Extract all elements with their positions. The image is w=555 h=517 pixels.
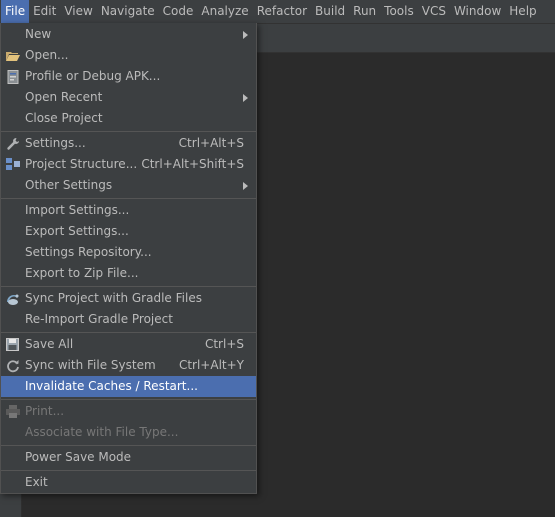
menu-separator [1,198,256,199]
submenu-arrow-icon [243,182,248,190]
menu-item-label: Other Settings [25,178,113,192]
menu-item-label: Settings... [25,136,86,150]
menu-item-power-save-mode[interactable]: Power Save Mode [1,447,256,468]
menu-item-exit[interactable]: Exit [1,472,256,493]
file-menu-dropdown: New Open... Profile or Debug APK... Open… [0,23,257,494]
menu-item-label: Open... [25,48,69,62]
menu-code[interactable]: Code [159,0,198,23]
printer-icon [5,404,20,419]
menu-separator [1,131,256,132]
shortcut-label: Ctrl+Alt+S [178,136,244,150]
menu-separator [1,470,256,471]
menu-item-print[interactable]: Print... [1,401,256,422]
menu-item-label: Import Settings... [25,203,130,217]
menu-navigate[interactable]: Navigate [97,0,159,23]
menu-item-profile-debug-apk[interactable]: Profile or Debug APK... [1,66,256,87]
menu-item-export-zip[interactable]: Export to Zip File... [1,263,256,284]
menu-item-label: Close Project [25,111,103,125]
menu-run[interactable]: Run [349,0,380,23]
menu-item-label: Sync Project with Gradle Files [25,291,202,305]
menu-separator [1,332,256,333]
menu-item-label: Save All [25,337,74,351]
submenu-arrow-icon [243,94,248,102]
menu-separator [1,286,256,287]
menu-item-open-recent[interactable]: Open Recent [1,87,256,108]
menu-item-settings-repository[interactable]: Settings Repository... [1,242,256,263]
floppy-disk-icon [5,337,20,352]
refresh-icon [5,358,20,373]
menu-item-save-all[interactable]: Save All Ctrl+S [1,334,256,355]
gradle-sync-icon [5,291,20,306]
menu-item-label: Invalidate Caches / Restart... [25,379,198,393]
menu-item-project-structure[interactable]: Project Structure... Ctrl+Alt+Shift+S [1,154,256,175]
menu-item-sync-gradle[interactable]: Sync Project with Gradle Files [1,288,256,309]
menu-item-label: Re-Import Gradle Project [25,312,173,326]
menu-analyze[interactable]: Analyze [197,0,252,23]
menu-item-new[interactable]: New [1,24,256,45]
menu-item-label: Project Structure... [25,157,138,171]
menu-edit[interactable]: Edit [29,0,60,23]
menu-item-label: Exit [25,475,48,489]
menu-item-label: Export to Zip File... [25,266,139,280]
menu-item-label: New [25,27,52,41]
menu-item-label: Power Save Mode [25,450,132,464]
menu-window[interactable]: Window [450,0,505,23]
shortcut-label: Ctrl+Alt+Shift+S [141,157,244,171]
menu-item-export-settings[interactable]: Export Settings... [1,221,256,242]
menu-item-import-settings[interactable]: Import Settings... [1,200,256,221]
menu-item-invalidate-caches[interactable]: Invalidate Caches / Restart... [1,376,256,397]
shortcut-label: Ctrl+S [204,337,244,351]
menu-item-associate-file-type[interactable]: Associate with File Type... [1,422,256,443]
menu-bar: File Edit View Navigate Code Analyze Ref… [0,0,555,24]
menu-item-label: Profile or Debug APK... [25,69,161,83]
menu-item-label: Settings Repository... [25,245,152,259]
menu-separator [1,445,256,446]
menu-separator [1,399,256,400]
menu-item-label: Open Recent [25,90,103,104]
submenu-arrow-icon [243,31,248,39]
shortcut-label: Ctrl+Alt+Y [178,358,244,372]
menu-item-label: Sync with File System [25,358,156,372]
menu-view[interactable]: View [60,0,96,23]
menu-tools[interactable]: Tools [380,0,418,23]
menu-refactor[interactable]: Refactor [253,0,311,23]
menu-build[interactable]: Build [311,0,349,23]
menu-item-label: Print... [25,404,65,418]
menu-item-reimport-gradle[interactable]: Re-Import Gradle Project [1,309,256,330]
folder-icon [5,48,20,63]
menu-item-label: Associate with File Type... [25,425,179,439]
menu-item-sync-file-system[interactable]: Sync with File System Ctrl+Alt+Y [1,355,256,376]
wrench-icon [5,136,20,151]
apk-icon [5,69,20,84]
menu-item-open[interactable]: Open... [1,45,256,66]
menu-item-close-project[interactable]: Close Project [1,108,256,129]
menu-vcs[interactable]: VCS [418,0,450,23]
menu-item-label: Export Settings... [25,224,129,238]
menu-file[interactable]: File [1,0,30,23]
project-structure-icon [5,157,20,172]
menu-help[interactable]: Help [505,0,540,23]
menu-item-other-settings[interactable]: Other Settings [1,175,256,196]
menu-item-settings[interactable]: Settings... Ctrl+Alt+S [1,133,256,154]
